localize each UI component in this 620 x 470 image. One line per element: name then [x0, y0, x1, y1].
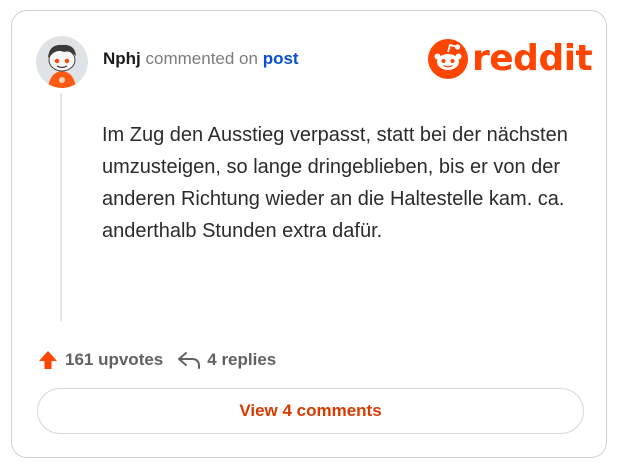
reddit-wordmark: reddit [472, 38, 593, 79]
comment-stats: 161 upvotes 4 replies [38, 350, 276, 370]
upvote-count: 161 upvotes [65, 350, 164, 369]
reddit-snoo-icon [428, 39, 468, 79]
avatar-image [36, 36, 88, 88]
comment-meta: Nphj commented on post [103, 49, 299, 69]
reply-count: 4 replies [207, 350, 277, 369]
reply-arrow-icon[interactable] [177, 351, 201, 369]
post-link[interactable]: post [263, 49, 299, 68]
upvote-arrow-icon[interactable] [38, 350, 58, 370]
comment-card: Nphj commented on post reddit Im Zug den… [11, 10, 607, 458]
action-text: commented on [145, 49, 258, 68]
reddit-logo: reddit [428, 38, 593, 79]
username[interactable]: Nphj [103, 49, 141, 68]
view-comments-button[interactable]: View 4 comments [37, 388, 584, 434]
thread-line [60, 93, 62, 321]
comment-body: Im Zug den Ausstieg verpasst, statt bei … [102, 124, 568, 242]
avatar[interactable] [36, 36, 88, 88]
